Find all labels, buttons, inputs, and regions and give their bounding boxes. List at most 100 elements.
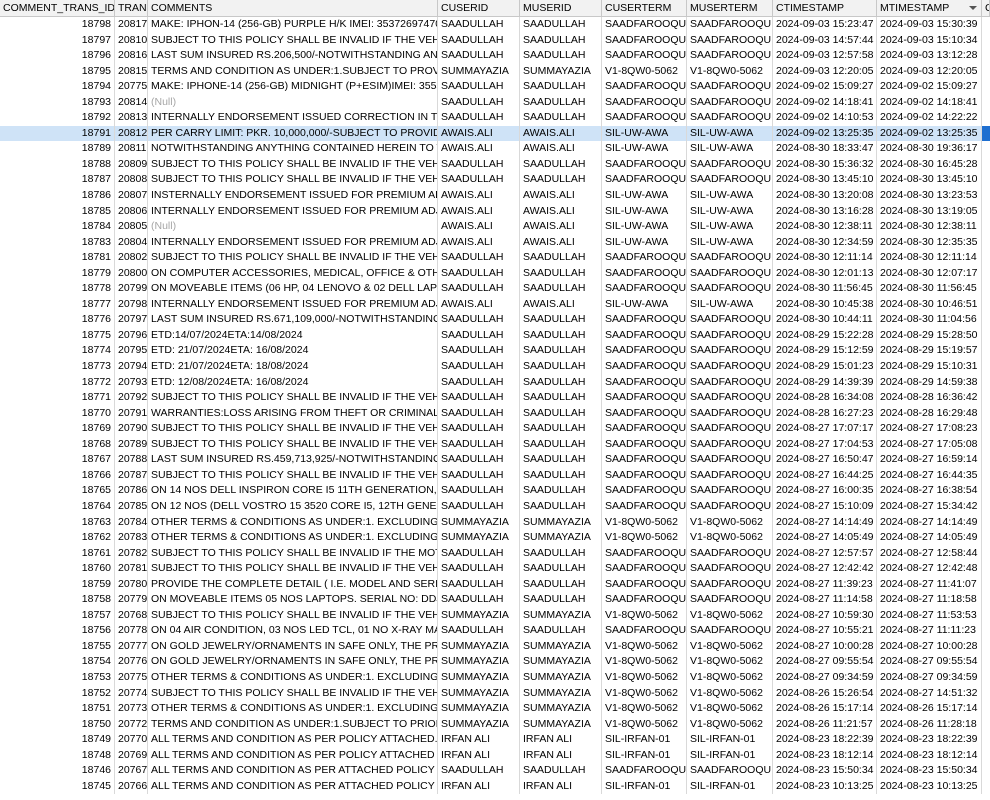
cell-muserterm[interactable]: SAADFAROOQUI [687, 281, 773, 297]
cell-mtimestamp[interactable]: 2024-08-27 09:55:54 [877, 654, 982, 670]
cell-mtimestamp[interactable]: 2024-08-27 12:58:44 [877, 545, 982, 562]
cell-muserterm[interactable]: SAADFAROOQUI [687, 172, 773, 189]
cell-comment-trans-id[interactable]: 18749 [0, 732, 115, 748]
cell-ctimestamp[interactable]: 2024-08-30 15:36:32 [773, 156, 877, 173]
cell-cuserterm[interactable]: SIL-UW-AWA [602, 296, 687, 313]
cell-trans[interactable]: 20815 [115, 63, 148, 80]
cell-comment-trans-id[interactable]: 18773 [0, 359, 115, 375]
table-row[interactable]: 18755 20777 ON GOLD JEWELRY/ORNAMENTS IN S… [0, 638, 990, 655]
cell-cuserid[interactable]: SAADULLAH [438, 374, 520, 391]
cell-muserid[interactable]: SAADULLAH [520, 312, 602, 328]
cell-comment-trans-id[interactable]: 18775 [0, 327, 115, 344]
cell-ctimestamp[interactable]: 2024-08-27 16:00:35 [773, 483, 877, 499]
table-row[interactable]: 18749 20770 ALL TERMS AND CONDITION AS PER… [0, 732, 990, 748]
cell-cuserid[interactable]: AWAIS.ALI [438, 141, 520, 157]
table-row[interactable]: 18783 20804 INTERNALLY ENDORSEMENT ISSUED … [0, 234, 990, 251]
cell-ctimestamp[interactable]: 2024-08-28 16:34:08 [773, 390, 877, 406]
cell-muserterm[interactable]: SIL-UW-AWA [687, 234, 773, 251]
cell-ctimestamp[interactable]: 2024-08-27 14:05:49 [773, 530, 877, 546]
cell-muserterm[interactable]: SAADFAROOQUI [687, 452, 773, 468]
cell-muserid[interactable]: SUMMAYAZIA [520, 701, 602, 717]
cell-ctimestamp[interactable]: 2024-08-29 14:39:39 [773, 374, 877, 391]
cell-comment-trans-id[interactable]: 18792 [0, 110, 115, 126]
cell-cuserterm[interactable]: SAADFAROOQUI [602, 390, 687, 406]
cell-cuserid[interactable]: SAADULLAH [438, 48, 520, 64]
cell-cuserterm[interactable]: SAADFAROOQUI [602, 359, 687, 375]
cell-comment-trans-id[interactable]: 18797 [0, 32, 115, 49]
table-row[interactable]: 18758 20779 ON MOVEABLE ITEMS 05 NOS LAPTO… [0, 592, 990, 608]
cell-cuserid[interactable]: SAADULLAH [438, 156, 520, 173]
cell-muserterm[interactable]: SIL-UW-AWA [687, 141, 773, 157]
cell-mtimestamp[interactable]: 2024-08-30 12:38:11 [877, 219, 982, 235]
cell-mtimestamp[interactable]: 2024-08-23 15:50:34 [877, 763, 982, 779]
cell-comment-trans-id[interactable]: 18756 [0, 623, 115, 639]
cell-mtimestamp[interactable]: 2024-08-27 16:38:54 [877, 483, 982, 499]
cell-muserterm[interactable]: SAADFAROOQUI [687, 592, 773, 608]
cell-trans[interactable]: 20768 [115, 607, 148, 624]
cell-mtimestamp[interactable]: 2024-08-27 12:42:48 [877, 561, 982, 577]
cell-muserid[interactable]: SAADULLAH [520, 561, 602, 577]
cell-cuserterm[interactable]: SAADFAROOQUI [602, 561, 687, 577]
cell-comment-trans-id[interactable]: 18796 [0, 48, 115, 64]
cell-trans[interactable]: 20766 [115, 778, 148, 795]
cell-muserterm[interactable]: SIL-IRFAN-01 [687, 732, 773, 748]
cell-ctimestamp[interactable]: 2024-08-27 16:50:47 [773, 452, 877, 468]
cell-overflow[interactable] [982, 95, 990, 111]
cell-overflow[interactable] [982, 686, 990, 702]
cell-ctimestamp[interactable]: 2024-08-27 15:10:09 [773, 498, 877, 515]
cell-trans[interactable]: 20799 [115, 281, 148, 297]
cell-mtimestamp[interactable]: 2024-09-03 15:10:34 [877, 32, 982, 49]
column-header-comment-trans-id[interactable]: COMMENT_TRANS_ID [0, 0, 115, 16]
cell-mtimestamp[interactable]: 2024-08-27 11:41:07 [877, 576, 982, 593]
cell-ctimestamp[interactable]: 2024-08-23 15:50:34 [773, 763, 877, 779]
cell-ctimestamp[interactable]: 2024-08-27 11:39:23 [773, 576, 877, 593]
cell-mtimestamp[interactable]: 2024-08-28 16:36:42 [877, 390, 982, 406]
cell-comment-trans-id[interactable]: 18776 [0, 312, 115, 328]
cell-comment-trans-id[interactable]: 18769 [0, 421, 115, 437]
cell-muserid[interactable]: SAADULLAH [520, 592, 602, 608]
cell-cuserterm[interactable]: V1-8QW0-5062 [602, 514, 687, 531]
cell-overflow[interactable] [982, 375, 990, 391]
cell-overflow[interactable] [982, 546, 990, 562]
cell-comments[interactable]: PER CARRY LIMIT: PKR. 10,000,000/-SUBJEC… [148, 125, 438, 142]
cell-mtimestamp[interactable]: 2024-08-27 14:05:49 [877, 530, 982, 546]
cell-cuserterm[interactable]: SAADFAROOQUI [602, 250, 687, 266]
table-row[interactable]: 18760 20781 SUBJECT TO THIS POLICY SHALL B… [0, 561, 990, 577]
cell-mtimestamp[interactable]: 2024-09-03 12:20:05 [877, 63, 982, 80]
cell-muserid[interactable]: SAADULLAH [520, 359, 602, 375]
cell-ctimestamp[interactable]: 2024-08-27 10:59:30 [773, 607, 877, 624]
table-row[interactable]: 18794 20775 MAKE: IPHONE-14 (256-GB) MIDNI… [0, 79, 990, 95]
cell-overflow[interactable] [982, 204, 990, 220]
cell-comments[interactable]: SUBJECT TO THIS POLICY SHALL BE INVALID … [148, 156, 438, 173]
table-row[interactable]: 18769 20790 SUBJECT TO THIS POLICY SHALL B… [0, 421, 990, 437]
table-row[interactable]: 18791 20812 PER CARRY LIMIT: PKR. 10,000,0… [0, 125, 990, 142]
cell-cuserid[interactable]: SUMMAYAZIA [438, 514, 520, 531]
cell-comments[interactable]: ETD:14/07/2024ETA:14/08/2024 [148, 327, 438, 344]
cell-mtimestamp[interactable]: 2024-08-30 19:36:17 [877, 141, 982, 157]
cell-muserid[interactable]: SAADULLAH [520, 467, 602, 484]
cell-trans[interactable]: 20793 [115, 374, 148, 391]
cell-overflow[interactable] [982, 33, 990, 49]
table-row[interactable]: 18768 20789 SUBJECT TO THIS POLICY SHALL B… [0, 436, 990, 453]
cell-cuserid[interactable]: AWAIS.ALI [438, 234, 520, 251]
cell-cuserid[interactable]: IRFAN ALI [438, 747, 520, 764]
sort-descending-icon[interactable] [969, 6, 977, 10]
cell-muserterm[interactable]: SIL-UW-AWA [687, 188, 773, 204]
table-row[interactable]: 18777 20798 INTERNALLY ENDORSEMENT ISSUED … [0, 296, 990, 313]
cell-ctimestamp[interactable]: 2024-08-30 10:44:11 [773, 312, 877, 328]
cell-ctimestamp[interactable]: 2024-08-27 10:00:28 [773, 638, 877, 655]
cell-comment-trans-id[interactable]: 18750 [0, 716, 115, 733]
cell-mtimestamp[interactable]: 2024-09-02 15:09:27 [877, 79, 982, 95]
cell-trans[interactable]: 20780 [115, 576, 148, 593]
cell-overflow[interactable] [982, 654, 990, 670]
cell-trans[interactable]: 20767 [115, 763, 148, 779]
cell-comments[interactable]: INTERNALLY ENDORSEMENT ISSUED FOR PREMIU… [148, 296, 438, 313]
cell-comments[interactable]: INTERNALLY ENDORSEMENT ISSUED CORRECTION… [148, 110, 438, 126]
cell-cuserterm[interactable]: SAADFAROOQUI [602, 79, 687, 95]
table-row[interactable]: 18764 20785 ON 12 NOS (DELL VOSTRO 15 3520… [0, 498, 990, 515]
cell-overflow[interactable] [982, 188, 990, 204]
cell-ctimestamp[interactable]: 2024-08-23 10:13:25 [773, 778, 877, 795]
cell-overflow[interactable] [982, 125, 990, 142]
cell-ctimestamp[interactable]: 2024-08-30 18:33:47 [773, 141, 877, 157]
cell-comment-trans-id[interactable]: 18784 [0, 219, 115, 235]
